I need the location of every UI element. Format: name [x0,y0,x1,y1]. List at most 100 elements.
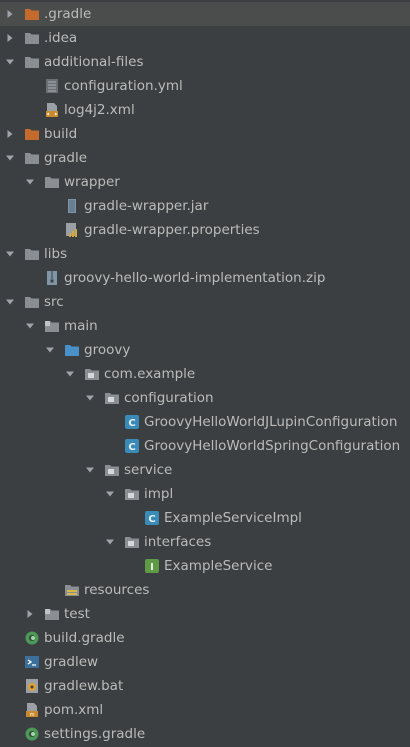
tree-item[interactable]: configuration.yml [0,74,410,98]
tree-item[interactable]: gradlew [0,650,410,674]
folder-icon [24,294,40,310]
tree-item[interactable]: groovy [0,338,410,362]
tree-item-label: resources [84,582,150,598]
folder-icon [24,30,40,46]
chevron-down-icon[interactable] [104,482,116,506]
tree-item-label: build [44,126,78,142]
chevron-down-icon[interactable] [84,386,96,410]
tree-item[interactable]: libs [0,242,410,266]
shell-script-icon [24,654,40,670]
chevron-down-icon[interactable] [64,362,76,386]
groovy-interface-icon: I [144,558,160,574]
xml-file-icon [44,102,60,118]
folder-excluded-icon [24,126,40,142]
tree-item[interactable]: gradlew.bat [0,674,410,698]
project-tree: .gradle .idea additional-files configuratio… [0,0,410,747]
tree-item[interactable]: build [0,122,410,146]
tree-item-label: groovy-hello-world-implementation.zip [64,270,326,286]
module-folder-icon [44,606,60,622]
tree-item[interactable]: C GroovyHelloWorldSpringConfiguration [0,434,410,458]
tree-item[interactable]: src [0,290,410,314]
folder-excluded-icon [24,6,40,22]
chevron-down-icon[interactable] [4,146,16,170]
package-icon [104,390,120,406]
tree-item[interactable]: com.example [0,362,410,386]
tree-item[interactable]: gradle-wrapper.jar [0,194,410,218]
chevron-right-icon[interactable] [4,26,16,50]
chevron-down-icon[interactable] [104,530,116,554]
tree-item[interactable]: .idea [0,26,410,50]
resources-folder-icon [64,582,80,598]
chevron-down-icon[interactable] [44,338,56,362]
tree-item-label: main [64,318,98,334]
tree-item[interactable]: groovy-hello-world-implementation.zip [0,266,410,290]
tree-item-label: src [44,294,64,310]
tree-item-label: gradle-wrapper.jar [84,198,209,214]
tree-item[interactable]: I ExampleService [0,554,410,578]
chevron-down-icon[interactable] [84,458,96,482]
tree-item[interactable]: impl [0,482,410,506]
svg-text:m: m [30,712,35,718]
chevron-down-icon[interactable] [24,170,36,194]
svg-text:C: C [148,514,155,525]
tree-item-label: configuration [124,390,214,406]
folder-icon [24,246,40,262]
package-icon [124,486,140,502]
tree-item[interactable]: log4j2.xml [0,98,410,122]
chevron-down-icon[interactable] [4,290,16,314]
chevron-down-icon[interactable] [4,50,16,74]
tree-item-label: ExampleServiceImpl [164,510,302,526]
tree-item[interactable]: resources [0,578,410,602]
chevron-down-icon[interactable] [24,314,36,338]
folder-icon [24,150,40,166]
tree-item[interactable]: .gradle [0,2,410,26]
tree-item-label: .gradle [44,6,92,22]
tree-item-label: additional-files [44,54,144,70]
tree-item[interactable]: build.gradle [0,626,410,650]
svg-text:I: I [150,562,154,573]
package-icon [84,366,100,382]
tree-item[interactable]: wrapper [0,170,410,194]
tree-item[interactable]: test [0,602,410,626]
svg-text:C: C [128,442,135,453]
tree-item-label: libs [44,246,68,262]
tree-item[interactable]: interfaces [0,530,410,554]
tree-item-label: service [124,462,173,478]
tree-item[interactable]: C ExampleServiceImpl [0,506,410,530]
jar-file-icon [64,198,80,214]
tree-item[interactable]: C GroovyHelloWorldJLupinConfiguration [0,410,410,434]
svg-text:C: C [128,418,135,429]
chevron-right-icon[interactable] [4,122,16,146]
chevron-right-icon[interactable] [24,602,36,626]
tree-item[interactable]: gradle-wrapper.properties [0,218,410,242]
tree-item[interactable]: m pom.xml [0,698,410,722]
tree-item-label: gradlew [44,654,99,670]
tree-item-label: interfaces [144,534,212,550]
tree-item[interactable]: service [0,458,410,482]
tree-item[interactable]: additional-files [0,50,410,74]
tree-item[interactable]: gradle [0,146,410,170]
tree-item[interactable]: configuration [0,386,410,410]
tree-item-label: wrapper [64,174,120,190]
tree-item-label: test [64,606,90,622]
gradle-file-icon [24,726,40,742]
batch-file-icon [24,678,40,694]
tree-item-label: impl [144,486,174,502]
chevron-down-icon[interactable] [4,242,16,266]
tree-item-label: pom.xml [44,702,104,718]
tree-item-label: build.gradle [44,630,125,646]
tree-item[interactable]: settings.gradle [0,722,410,746]
yaml-file-icon [44,78,60,94]
tree-item-label: gradle-wrapper.properties [84,222,260,238]
package-icon [104,462,120,478]
tree-item[interactable]: main [0,314,410,338]
chevron-right-icon[interactable] [4,2,16,26]
